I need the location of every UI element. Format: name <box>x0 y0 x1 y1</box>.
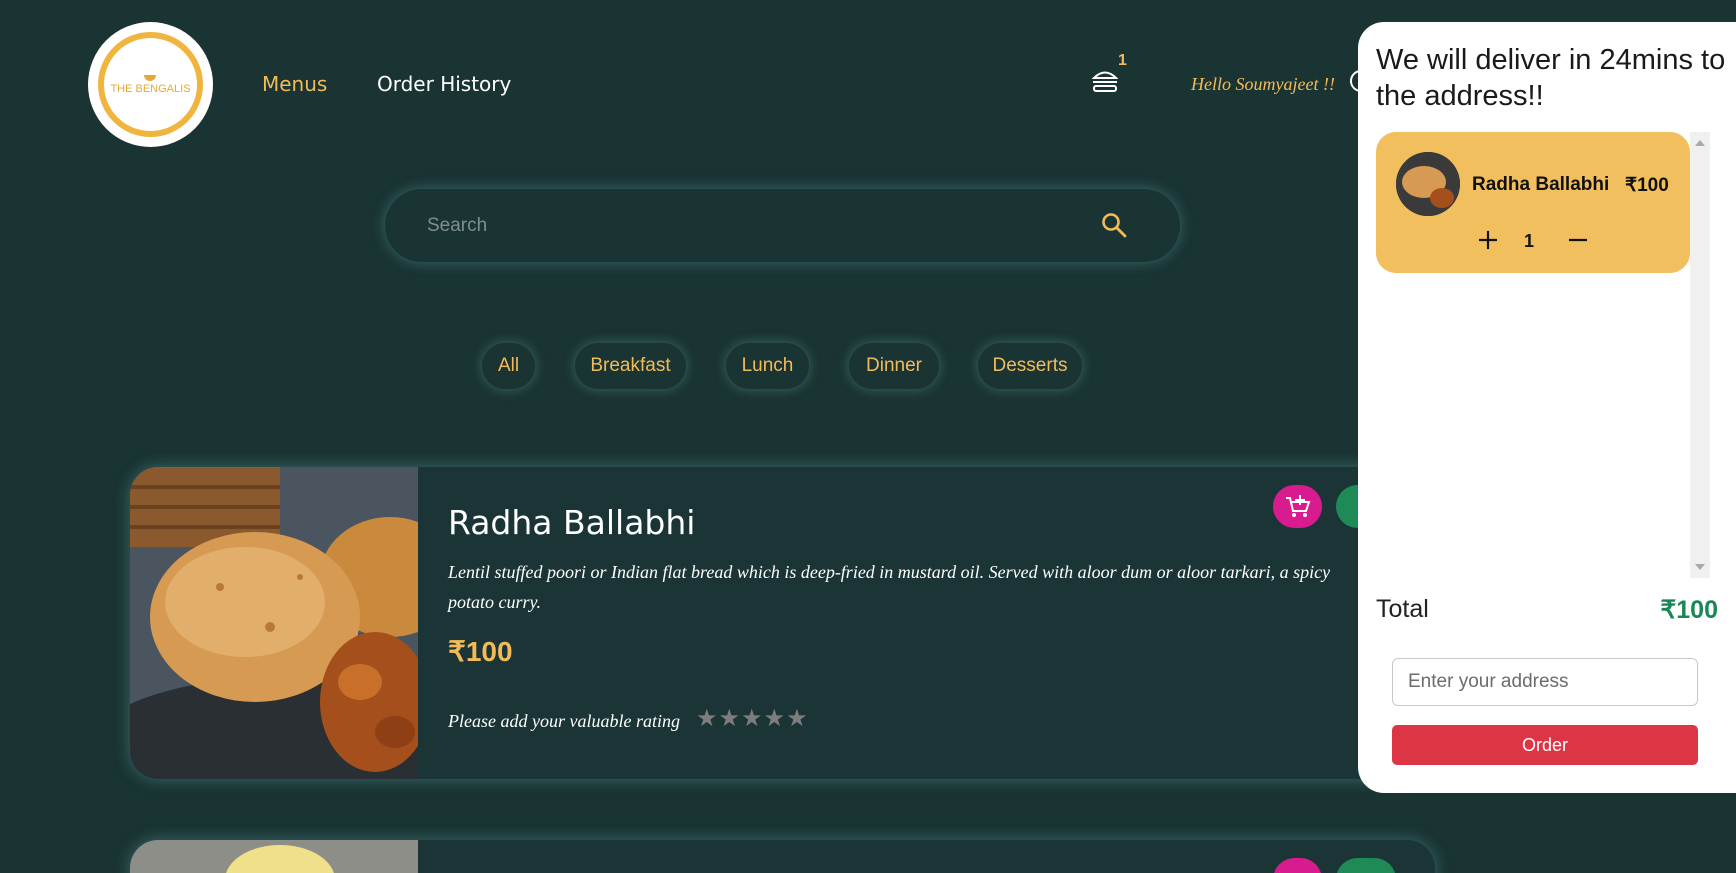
dish-price: ₹100 <box>448 636 513 667</box>
star-rating: ★★★★★ <box>696 704 809 732</box>
add-to-cart-button[interactable] <box>1273 485 1322 528</box>
cart-item-image <box>1396 152 1460 216</box>
star-icon[interactable]: ★ <box>786 704 809 732</box>
cart-item-name: Radha Ballabhi <box>1472 174 1610 195</box>
search-bar <box>385 189 1180 262</box>
dish-title: Radha Ballabhi <box>448 503 696 542</box>
minus-icon[interactable] <box>1566 228 1590 252</box>
filter-desserts[interactable]: Desserts <box>978 343 1082 389</box>
filter-lunch[interactable]: Lunch <box>726 343 809 389</box>
user-greeting: Hello Soumyajeet !! <box>1191 74 1335 94</box>
star-icon[interactable]: ★ <box>719 704 742 732</box>
cart-item-price: ₹100 <box>1625 175 1669 196</box>
cart-count-badge: 1 <box>1118 52 1127 69</box>
search-icon[interactable] <box>1100 211 1128 239</box>
cart-item: Radha Ballabhi ₹100 1 <box>1376 132 1690 273</box>
plus-icon[interactable] <box>1476 228 1500 252</box>
dish-image <box>130 840 418 873</box>
filter-breakfast[interactable]: Breakfast <box>575 343 686 389</box>
cart-scrollbar[interactable] <box>1690 132 1710 578</box>
star-icon[interactable]: ★ <box>764 704 787 732</box>
rating-prompt: Please add your valuable rating <box>448 711 680 731</box>
nav-menus[interactable]: Menus <box>262 72 327 96</box>
dish-description: Lentil stuffed poori or Indian flat brea… <box>448 562 1331 612</box>
order-button[interactable]: Order <box>1392 725 1698 765</box>
cart-item-quantity: 1 <box>1524 231 1535 251</box>
add-to-cart-button[interactable] <box>1273 858 1322 873</box>
scroll-up-arrow-icon[interactable] <box>1695 140 1705 146</box>
menu-card <box>130 840 1435 873</box>
green-action-button[interactable] <box>1336 858 1396 873</box>
filter-dinner[interactable]: Dinner <box>849 343 939 389</box>
address-input[interactable] <box>1392 658 1698 706</box>
star-icon[interactable]: ★ <box>696 704 719 732</box>
menu-card: Radha Ballabhi Lentil stuffed poori or I… <box>130 467 1435 779</box>
brand-logo[interactable]: THE BENGALIS <box>88 22 213 147</box>
cart-panel: We will deliver in 24mins to the address… <box>1358 22 1736 793</box>
burger-icon[interactable] <box>1091 68 1119 94</box>
filter-all[interactable]: All <box>482 343 535 389</box>
search-input[interactable] <box>427 209 1027 243</box>
star-icon[interactable]: ★ <box>741 704 764 732</box>
cart-item-list: Radha Ballabhi ₹100 1 <box>1376 132 1698 564</box>
total-value: ₹100 <box>1660 596 1718 624</box>
scroll-down-arrow-icon[interactable] <box>1695 564 1705 570</box>
bowl-icon <box>144 74 157 81</box>
total-label: Total <box>1376 595 1429 623</box>
dish-image <box>130 467 418 779</box>
nav-order-history[interactable]: Order History <box>377 72 511 96</box>
delivery-message: We will deliver in 24mins to the address… <box>1376 44 1726 112</box>
logo-text: THE BENGALIS <box>110 74 191 95</box>
add-cart-icon <box>1285 494 1310 517</box>
